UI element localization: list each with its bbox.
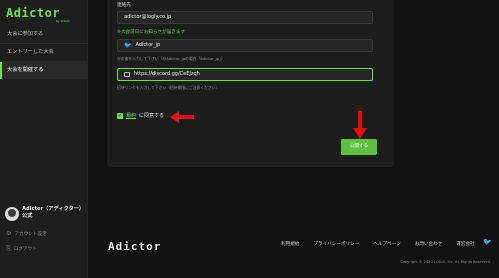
footer-link-company[interactable]: 運営会社 <box>456 241 474 247</box>
twitter-icon[interactable]: 🐦 <box>483 238 492 246</box>
host-form-card: 連絡先 adictor@logly.co.jp ※大会前日にお知らせが届きます … <box>107 0 394 167</box>
gear-icon: ⚙ <box>6 230 12 237</box>
footer-link-contact[interactable]: お問い合わせ <box>415 241 443 247</box>
publish-button[interactable]: 公開する <box>341 139 377 155</box>
user-profile[interactable]: Adictor（アディクター）公式 <box>0 205 88 227</box>
notice-label: ※大会前日にお知らせが届きます <box>117 30 186 35</box>
sidebar-item-entries[interactable]: エントリーした大会 <box>0 44 88 61</box>
email-field[interactable]: adictor@logly.co.jp <box>117 11 373 24</box>
app-logo[interactable]: Adictor <box>6 6 60 20</box>
discord-icon <box>124 72 130 77</box>
logout-icon: ⎘ <box>6 245 11 252</box>
account-settings-label: アカウント設定 <box>14 231 47 237</box>
terms-agree: ✓ 規約 に同意する <box>117 112 164 119</box>
avatar <box>5 207 19 221</box>
footer-links: 利用規約 プライバシーポリシー ヘルプページ お問い合わせ 運営会社 <box>281 241 475 247</box>
footer-link-help[interactable]: ヘルプページ <box>373 241 400 247</box>
contact-label: 連絡先 <box>117 3 131 8</box>
discord-hint: 招待リンクを入力して下さい（招待期限にご注意ください） <box>117 85 220 90</box>
twitter-value: Adictor_jp <box>135 42 161 48</box>
terms-link[interactable]: 規約 <box>126 112 136 119</box>
terms-agree-label: に同意する <box>139 113 165 119</box>
annotation-arrow-left-icon <box>170 111 194 123</box>
discord-value: https://discord.gg/CeEJzqh <box>134 71 200 77</box>
footer-link-terms[interactable]: 利用規約 <box>281 241 299 247</box>
logout-label: ログアウト <box>13 247 37 252</box>
terms-checkbox[interactable]: ✓ <box>117 112 123 119</box>
user-name: Adictor（アディクター）公式 <box>22 206 85 219</box>
email-value: adictor@logly.co.jp <box>124 14 172 20</box>
footer-link-privacy[interactable]: プライバシーポリシー <box>313 241 359 247</box>
sidebar-item-host[interactable]: 大会を開催する <box>0 62 88 79</box>
sidebar: Adictor by LOGLY 大会に参加する エントリーした大会 大会を開催… <box>0 0 88 278</box>
logout-link[interactable]: ⎘ ログアウト <box>6 245 37 253</box>
copyright: Copyright © 2020 LOGLY, Inc. All Rights … <box>400 260 491 264</box>
app-logo-sub: by LOGLY <box>56 19 70 23</box>
sidebar-item-join[interactable]: 大会に参加する <box>0 26 88 43</box>
discord-field[interactable]: https://discord.gg/CeEJzqh <box>117 68 373 81</box>
footer-logo[interactable]: Adictor <box>108 240 161 253</box>
twitter-hint: @の後を入力して下さい（@Adictor_jpの場合「Adictor_jp」） <box>117 56 225 61</box>
twitter-icon: 🐦 <box>124 42 132 49</box>
twitter-field[interactable]: 🐦 Adictor_jp <box>117 39 373 52</box>
account-settings-link[interactable]: ⚙ アカウント設定 <box>6 230 47 237</box>
annotation-arrow-down-icon <box>353 111 367 139</box>
